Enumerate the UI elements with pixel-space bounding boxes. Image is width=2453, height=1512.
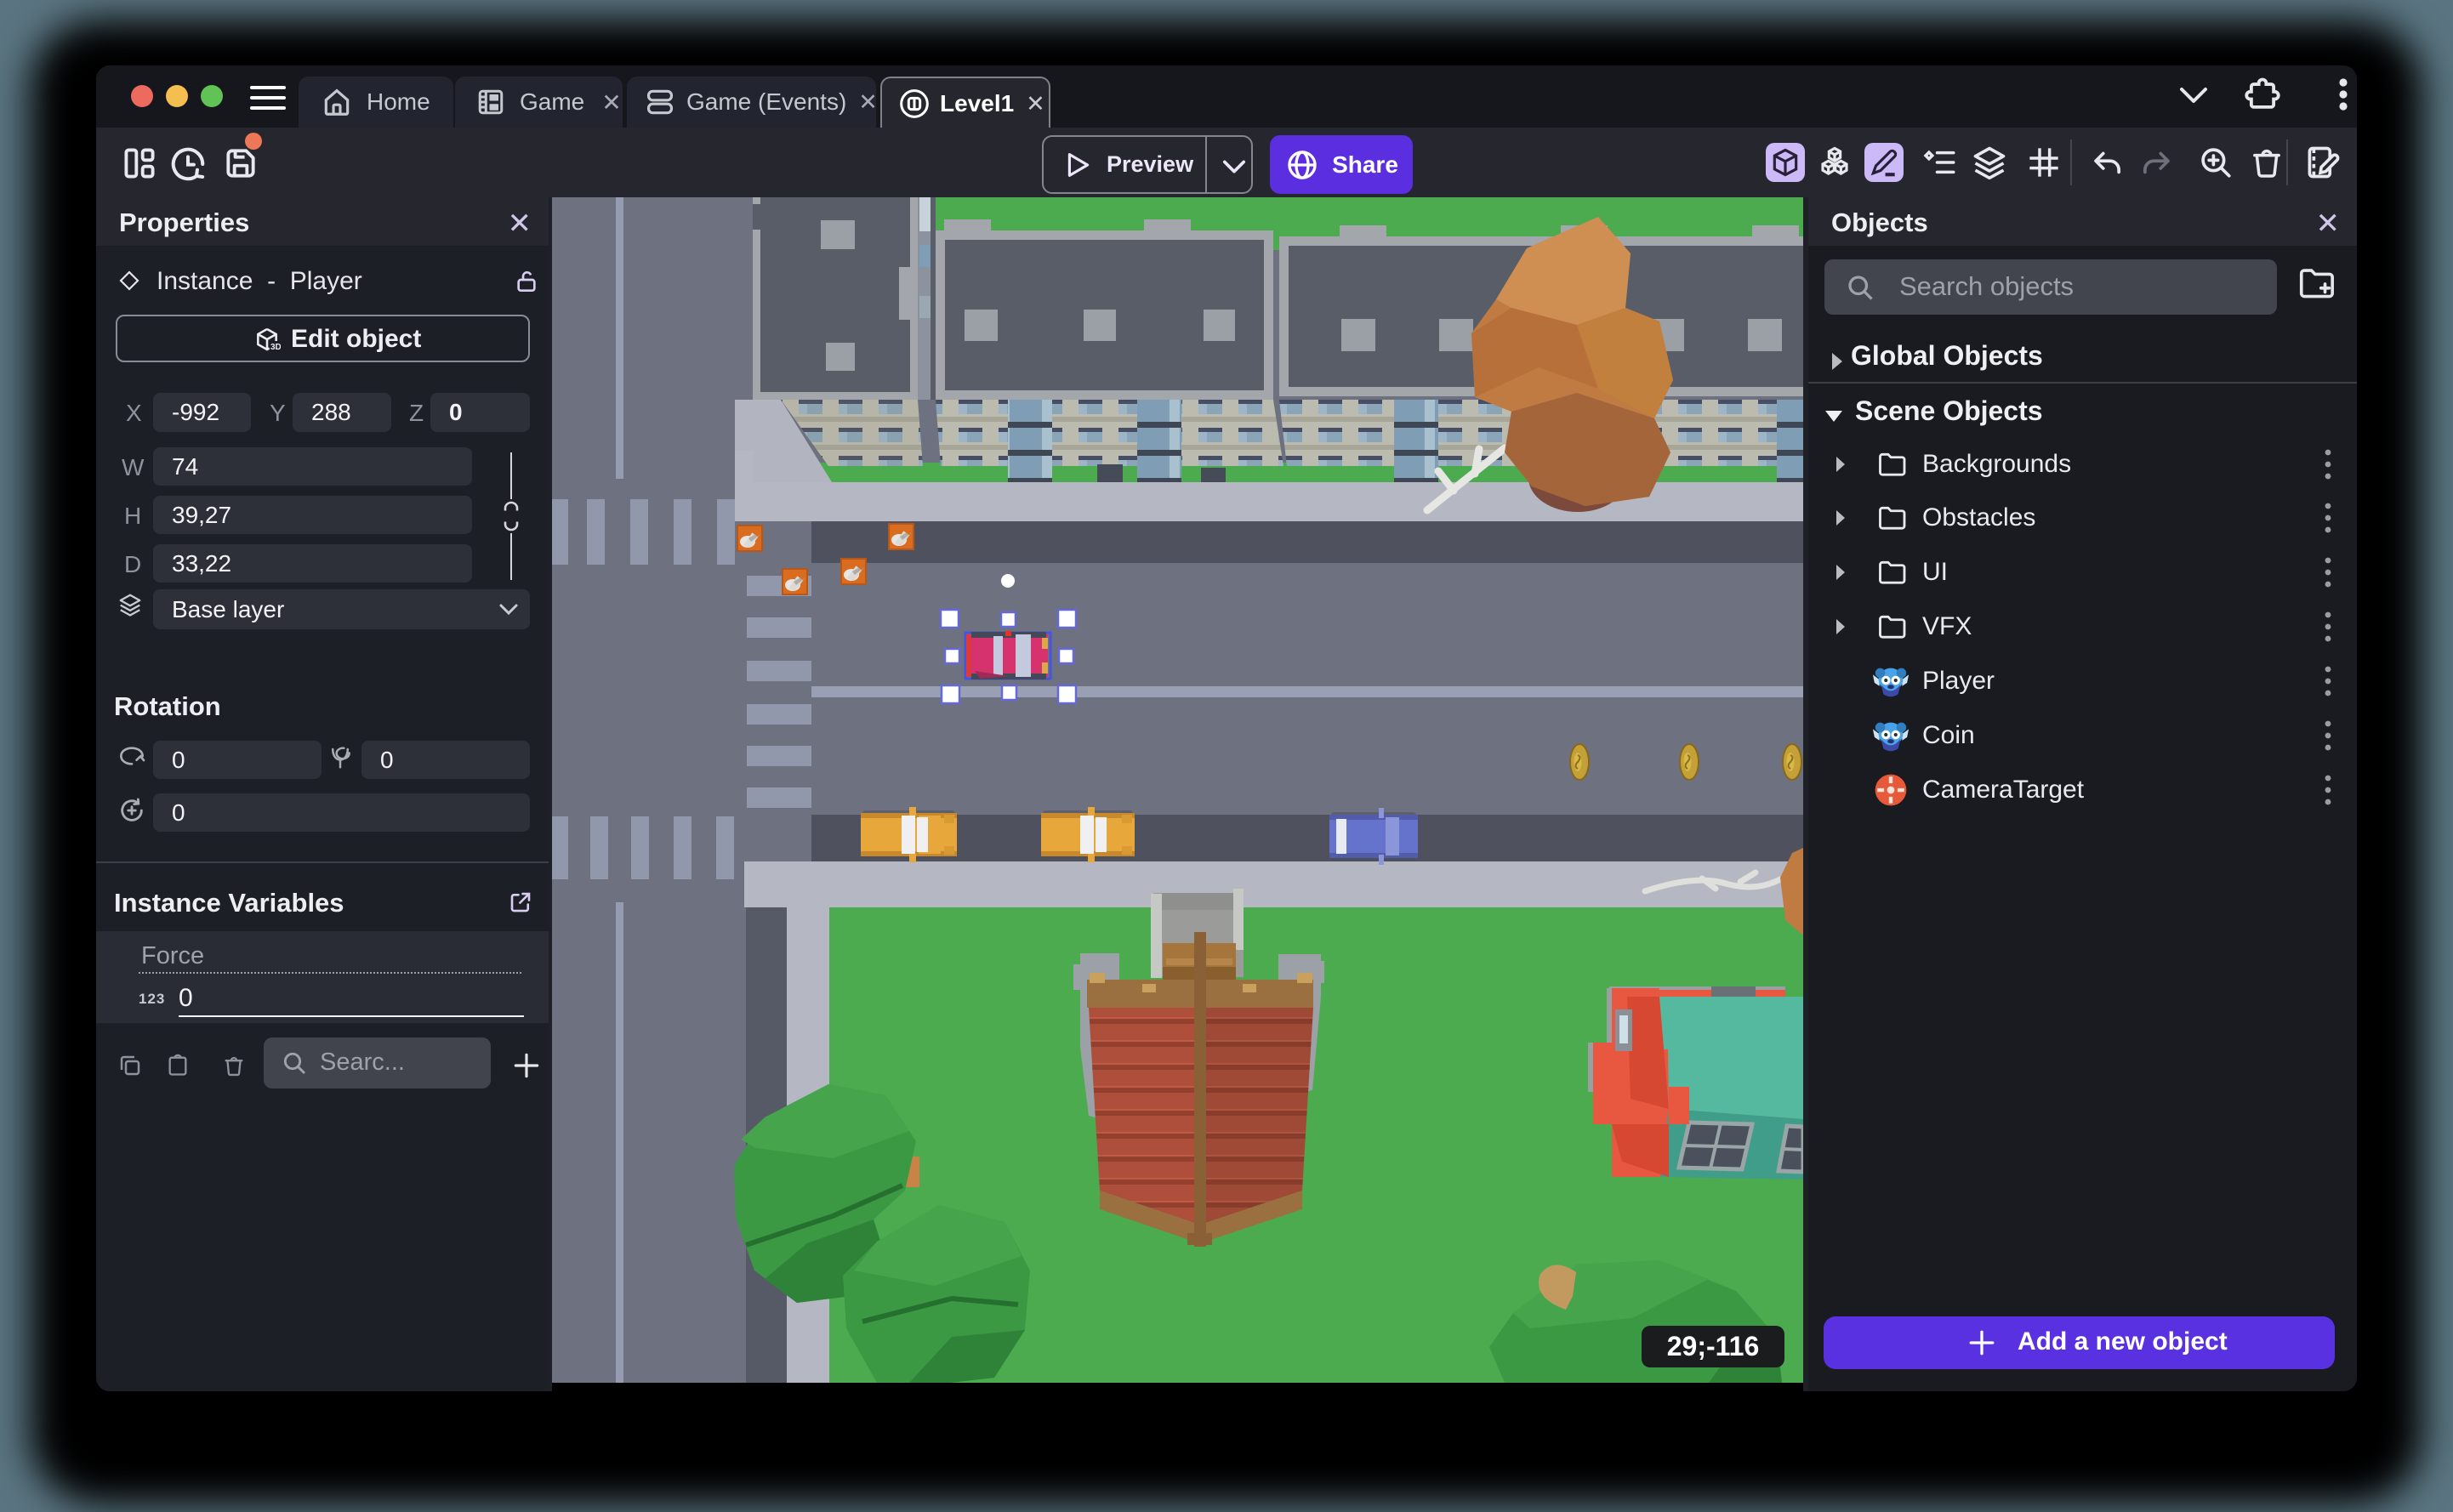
svg-text:3D: 3D [270, 343, 281, 352]
svg-text:29;-116: 29;-116 [1667, 1331, 1760, 1361]
